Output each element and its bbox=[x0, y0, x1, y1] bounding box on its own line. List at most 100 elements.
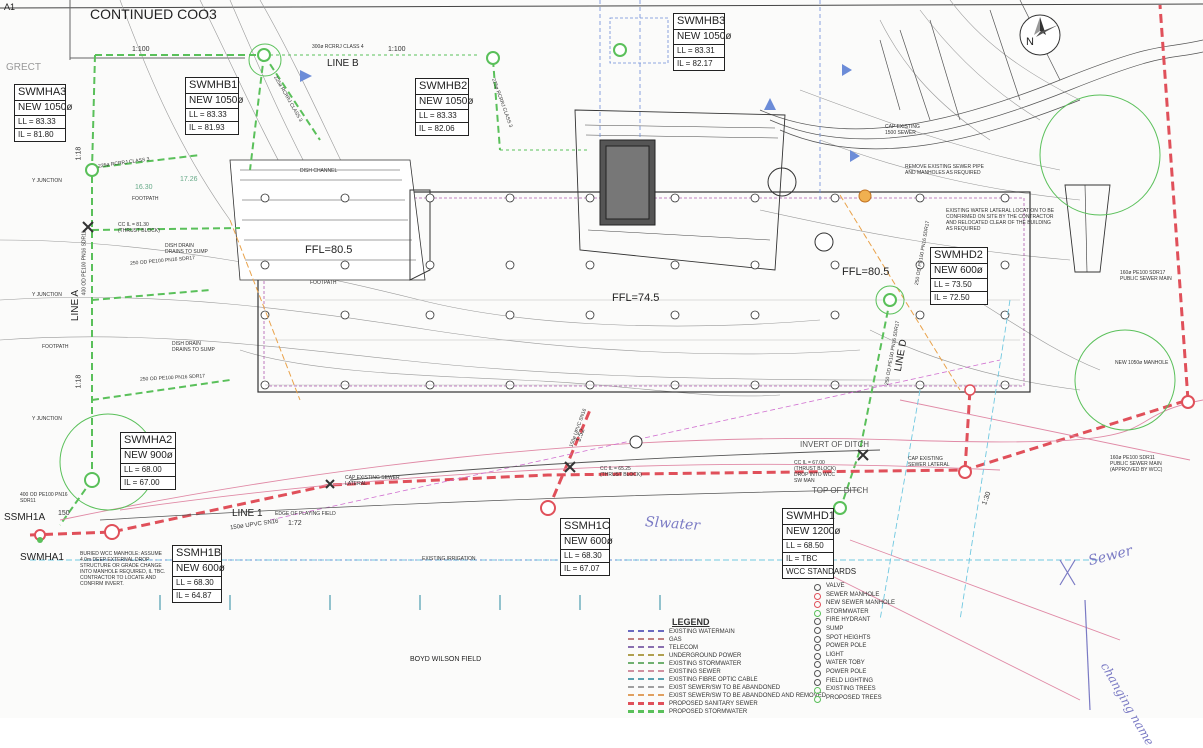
spot-height: 16.30 bbox=[135, 184, 153, 191]
manhole-id: SWMHA2 bbox=[121, 433, 175, 449]
manhole-swmha3: SWMHA3 NEW 1050ø LL = 83.33 IL = 81.80 bbox=[14, 84, 72, 142]
legend-swatch bbox=[628, 678, 664, 681]
column-marker bbox=[670, 310, 680, 320]
ssmh1a-label: SSMH1A bbox=[4, 512, 46, 523]
note-cc-il-west: CC IL = 81.30 (THRUST BLOCK) bbox=[118, 222, 160, 234]
manhole-id: SWMHA3 bbox=[15, 85, 66, 101]
grade-label: 1:18 bbox=[75, 146, 83, 161]
top-of-ditch-label: TOP OF DITCH bbox=[812, 486, 869, 495]
manhole-desc: NEW 1050ø bbox=[416, 95, 473, 110]
legend-symbol-icon bbox=[814, 584, 821, 591]
ffl-west: FFL=80.5 bbox=[305, 244, 353, 256]
legend-symbol-icon bbox=[814, 652, 821, 660]
column-marker bbox=[915, 193, 925, 203]
manhole-swmhd1: SWMHD1 NEW 1200ø LL = 68.50 IL = TBC WCC… bbox=[782, 508, 856, 579]
note-cc-il-mid: CC IL = 65.25 (THRUST BLOCK) bbox=[600, 466, 642, 478]
column-marker bbox=[505, 260, 515, 270]
line-a-label: LINE A bbox=[70, 289, 82, 322]
note-cap-existing-sewer-lateral: CAP EXISTING SEWER LATERAL bbox=[908, 456, 950, 468]
manhole-id: SWMHB2 bbox=[416, 79, 468, 95]
partial-word: GRECT bbox=[6, 62, 41, 73]
manhole-ll: LL = 83.31 bbox=[674, 45, 724, 58]
legend-symbol-label: SPOT HEIGHTS bbox=[826, 634, 871, 641]
manhole-ssmh1b: SSMH1B NEW 600ø LL = 68.30 IL = 64.87 bbox=[172, 545, 225, 603]
legend-symbol-label: PROPOSED TREES bbox=[826, 694, 882, 701]
legend: LEGEND EXISTING WATERMAIN GAS TELECOM UNDER… bbox=[628, 583, 898, 717]
manhole-il: IL = 82.17 bbox=[677, 59, 713, 68]
manhole-desc: NEW 1050ø bbox=[15, 101, 72, 116]
column-marker bbox=[425, 310, 435, 320]
manhole-ll: LL = 73.50 bbox=[931, 279, 987, 292]
manhole-swmhb1: SWMHB1 NEW 1050ø LL = 83.33 IL = 81.93 bbox=[185, 77, 243, 135]
column-marker bbox=[830, 260, 840, 270]
column-marker bbox=[585, 193, 595, 203]
ffl-east: FFL=80.5 bbox=[842, 266, 890, 278]
pipe-label-400: 400 OD PE100 PN16 SDR11 bbox=[81, 230, 88, 296]
line-b-label: LINE B bbox=[327, 58, 359, 69]
legend-label: EXIST SEWER/SW TO BE ABANDONED AND REMOV… bbox=[669, 693, 827, 699]
manhole-swmhd2: SWMHD2 NEW 600ø LL = 73.50 IL = 72.50 bbox=[930, 247, 988, 305]
legend-row: EXISTING FIBRE OPTIC CABLE bbox=[628, 677, 758, 685]
legend-row: EXIST SEWER/SW TO BE ABANDONED AND REMOV… bbox=[628, 693, 826, 701]
manhole-desc: NEW 1200ø bbox=[783, 525, 840, 540]
manhole-il: IL = TBC bbox=[783, 553, 833, 566]
manhole-id: SWMHB1 bbox=[186, 78, 238, 94]
legend-title: LEGEND bbox=[672, 617, 710, 627]
legend-swatch bbox=[628, 686, 664, 689]
drawing-sheet: CONTINUED COO3 A1 GRECT N FFL=80.5 FFL=7… bbox=[0, 0, 1203, 748]
manhole-id: SWMHD2 bbox=[931, 248, 987, 264]
legend-swatch bbox=[628, 630, 664, 633]
legend-symbol-label: SEWER MANHOLE bbox=[826, 591, 880, 598]
legend-symbol-icon bbox=[814, 670, 821, 677]
legend-label: UNDERGROUND POWER bbox=[669, 653, 742, 659]
north-label: N bbox=[1026, 36, 1034, 48]
legend-symbol-icon bbox=[814, 678, 821, 686]
note-cc-il-east: CC IL = 67.00 (THRUST BLOCK) DROP INTO W… bbox=[794, 460, 836, 484]
note-footpath: FOOTPATH bbox=[42, 344, 69, 350]
legend-symbol-label: EXISTING TREES bbox=[826, 686, 876, 693]
manhole-ll: LL = 83.33 bbox=[186, 109, 238, 122]
legend-row: PROPOSED STORMWATER bbox=[628, 709, 758, 717]
note-dish-drain: DISH DRAIN DRAINS TO SUMP bbox=[165, 243, 208, 255]
manhole-id: SSMH1B bbox=[173, 546, 221, 562]
legend-symbol-label: VALVE bbox=[826, 583, 845, 589]
legend-label: EXISTING STORMWATER bbox=[669, 661, 742, 667]
column-marker bbox=[1000, 193, 1010, 203]
manhole-id: SWMHD1 bbox=[783, 509, 835, 525]
manhole-il: IL = 67.07 bbox=[564, 564, 600, 573]
note-remove-existing: REMOVE EXISTING SEWER PIPE AND MANHOLES … bbox=[905, 164, 984, 176]
legend-symbol-label: FIELD LIGHTING bbox=[826, 677, 874, 684]
note-edge-of-field: EDGE OF PLAYING FIELD bbox=[275, 511, 336, 517]
legend-label: PROPOSED STORMWATER bbox=[669, 709, 748, 715]
legend-symbol-label: FIRE HYDRANT bbox=[826, 617, 871, 624]
legend-row: UNDERGROUND POWER bbox=[628, 653, 758, 661]
column-marker bbox=[830, 193, 840, 203]
invert-of-ditch-label: INVERT OF DITCH bbox=[800, 440, 870, 449]
column-marker bbox=[505, 310, 515, 320]
legend-row: EXISTING SEWER bbox=[628, 669, 758, 677]
legend-symbol-label: SUMP bbox=[826, 626, 844, 632]
legend-row: TELECOM bbox=[628, 645, 758, 653]
legend-label: EXISTING FIBRE OPTIC CABLE bbox=[669, 677, 758, 683]
legend-symbol-label: NEW SEWER MANHOLE bbox=[826, 600, 896, 607]
legend-swatch bbox=[628, 646, 664, 649]
note-cap-lateral: CAP EXISTING SEWER LATERAL bbox=[345, 475, 400, 487]
manhole-ll: LL = 68.00 bbox=[121, 464, 175, 477]
manhole-swmhb3: SWMHB3 NEW 1050ø LL = 83.31 IL = 82.17 bbox=[673, 13, 731, 71]
manhole-desc: NEW 900ø bbox=[121, 449, 175, 464]
column-marker bbox=[340, 310, 350, 320]
column-marker bbox=[670, 193, 680, 203]
legend-symbol-label: POWER POLE bbox=[826, 669, 867, 675]
grade-label: 1:100 bbox=[132, 46, 150, 53]
swmha1-label: SWMHA1 bbox=[20, 552, 64, 563]
legend-label: TELECOM bbox=[669, 645, 699, 651]
legend-swatch bbox=[628, 694, 664, 697]
note-pe100-sdr17: 160ø PE100 SDR17 PUBLIC SEWER MAIN bbox=[1120, 270, 1172, 282]
legend-swatch bbox=[628, 654, 664, 657]
legend-row: EXISTING WATERMAIN bbox=[628, 629, 758, 637]
note-dish-drain: DISH DRAIN DRAINS TO SUMP bbox=[172, 341, 215, 353]
manhole-desc: NEW 600ø bbox=[931, 264, 987, 279]
manhole-ll: LL = 83.33 bbox=[416, 110, 468, 123]
note-pe100-sdr11: 160ø PE100 SDR11 PUBLIC SEWER MAIN (APPR… bbox=[1110, 455, 1163, 473]
column-marker bbox=[750, 260, 760, 270]
